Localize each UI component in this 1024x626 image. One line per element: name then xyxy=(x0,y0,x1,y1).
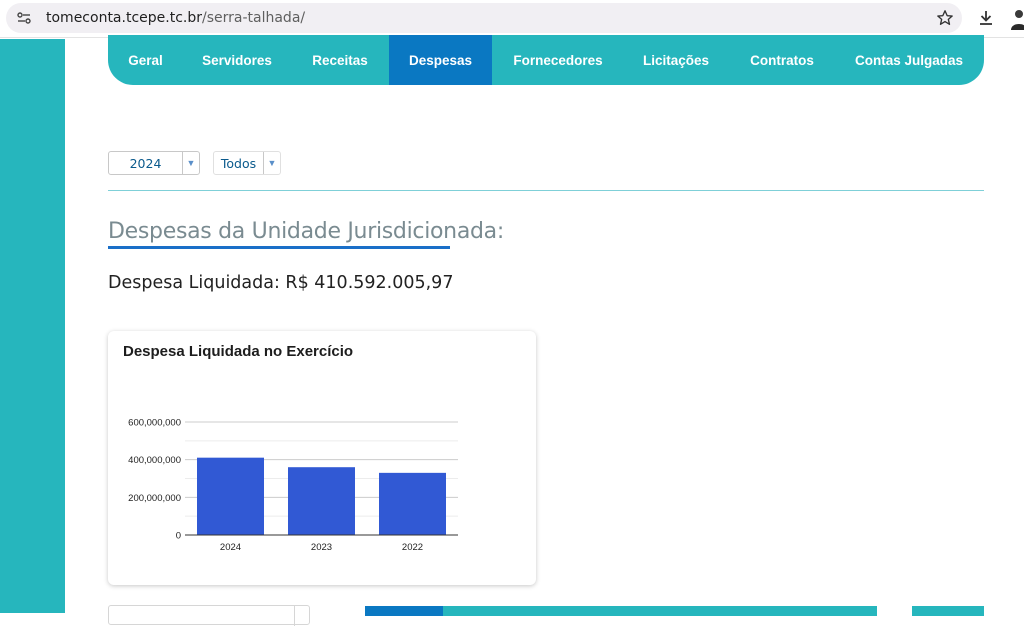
bottom-tab-active[interactable] xyxy=(365,606,443,616)
y-tick-label: 600,000,000 xyxy=(128,418,181,429)
left-sidebar-strip xyxy=(0,39,65,613)
address-bar[interactable]: tomeconta.tcepe.tc.br/serra-talhada/ xyxy=(6,3,962,33)
despesa-liquidada-total: Despesa Liquidada: R$ 410.592.005,97 xyxy=(108,273,454,293)
site-settings-icon[interactable] xyxy=(16,10,32,26)
nav-tab-geral[interactable]: Geral xyxy=(108,35,183,85)
y-tick-label: 0 xyxy=(176,531,181,542)
url-path: /serra-talhada/ xyxy=(202,10,306,26)
nav-tab-contratos[interactable]: Contratos xyxy=(728,35,836,85)
year-select-value: 2024 xyxy=(129,155,162,171)
x-tick-label: 2022 xyxy=(402,542,423,553)
x-tick-label: 2023 xyxy=(311,542,332,553)
title-underline xyxy=(108,246,450,249)
section-divider xyxy=(108,190,984,191)
section-title: Despesas da Unidade Jurisdicionada: xyxy=(108,219,504,244)
dropdown-arrow-icon[interactable]: ▼ xyxy=(182,152,199,174)
y-tick-label: 200,000,000 xyxy=(128,493,181,504)
nav-tab-contas-julgadas[interactable]: Contas Julgadas xyxy=(836,35,982,85)
url-text[interactable]: tomeconta.tcepe.tc.br/serra-talhada/ xyxy=(46,10,305,26)
bottom-select[interactable] xyxy=(108,605,310,626)
nav-tab-fornecedores[interactable]: Fornecedores xyxy=(492,35,624,85)
bar-chart: 0 200,000,000 400,000,000 600,000,000 2024 20… xyxy=(128,418,458,553)
download-icon[interactable] xyxy=(977,9,995,27)
browser-toolbar: tomeconta.tcepe.tc.br/serra-talhada/ xyxy=(0,0,1024,38)
nav-tab-servidores[interactable]: Servidores xyxy=(183,35,291,85)
bar-2022[interactable] xyxy=(379,472,446,535)
bar-2024[interactable] xyxy=(197,457,264,535)
chart-card: 0 200,000,000 400,000,000 600,000,000 2024 20… xyxy=(108,331,536,585)
dropdown-arrow-icon[interactable]: ▼ xyxy=(263,152,280,174)
main-nav: Geral Servidores Receitas Despesas Forne… xyxy=(108,35,984,85)
nav-tab-licitacoes[interactable]: Licitações xyxy=(624,35,728,85)
profile-avatar[interactable] xyxy=(1010,8,1024,30)
year-select[interactable]: 2024 ▼ xyxy=(108,151,200,175)
nav-tab-receitas[interactable]: Receitas xyxy=(291,35,389,85)
chart-title: Despesa Liquidada no Exercício xyxy=(123,343,354,360)
url-host: tomeconta.tcepe.tc.br xyxy=(46,10,202,26)
bookmark-star-icon[interactable] xyxy=(936,9,954,27)
bar-2023[interactable] xyxy=(288,467,355,535)
type-select[interactable]: Todos ▼ xyxy=(213,151,281,175)
x-tick-label: 2024 xyxy=(220,542,241,553)
bottom-right-button[interactable] xyxy=(912,606,984,616)
nav-tab-despesas[interactable]: Despesas xyxy=(389,35,492,85)
y-tick-label: 400,000,000 xyxy=(128,455,181,466)
type-select-value: Todos xyxy=(220,155,257,171)
